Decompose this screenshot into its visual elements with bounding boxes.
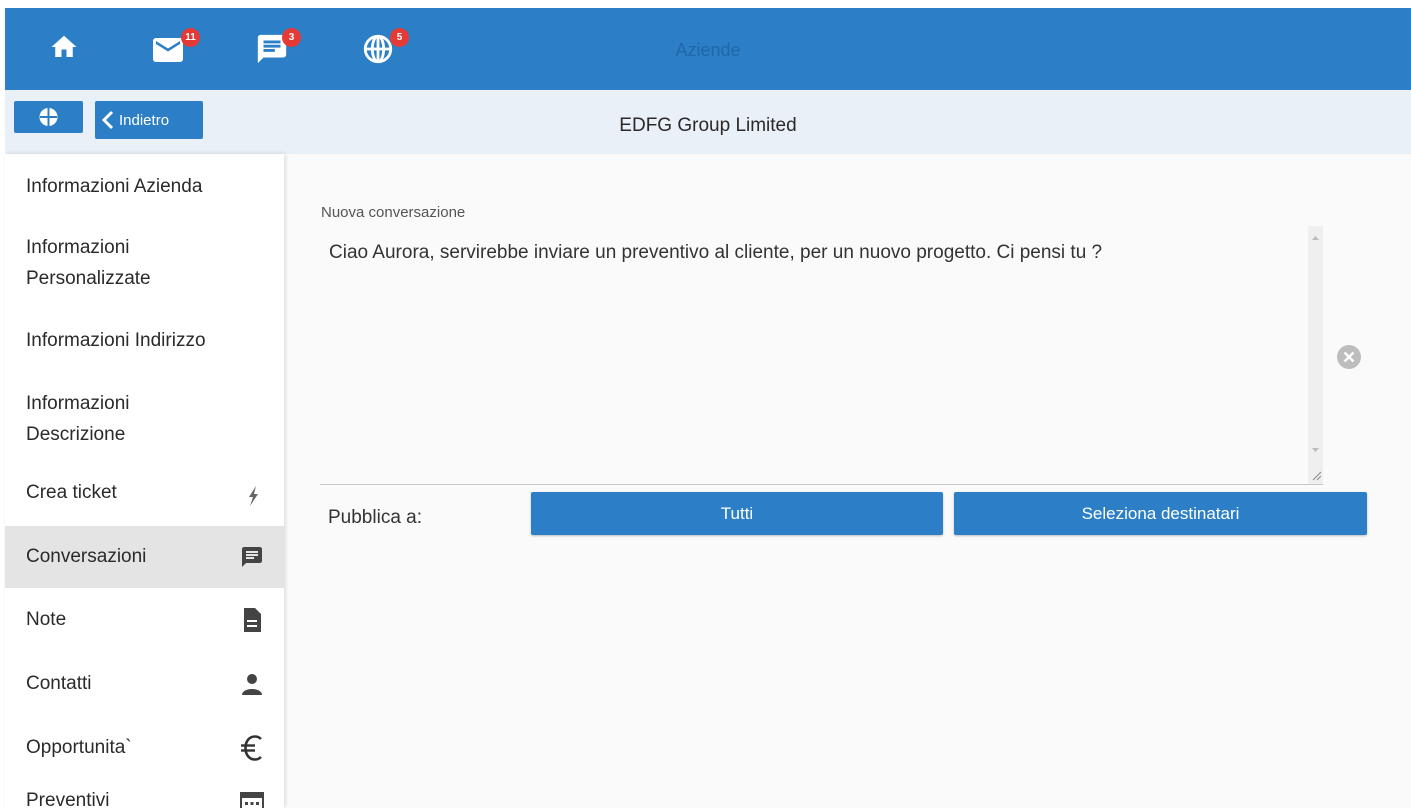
sidebar-item-label: Contatti <box>26 673 92 694</box>
sidebar-item-preventivi[interactable]: Preventivi <box>5 780 284 808</box>
sidebar-item-label: Informazioni Personalizzate <box>26 237 151 289</box>
sidebar-item-label: Informazioni Indirizzo <box>26 330 206 351</box>
select-recipients-button[interactable]: Seleziona destinatari <box>954 492 1367 535</box>
sidebar-item-label: Crea ticket <box>26 482 117 503</box>
main-content: Nuova conversazione Ciao Aurora, servire… <box>290 154 1411 808</box>
sidebar: Informazioni Azienda Informazioni Person… <box>5 154 284 808</box>
publish-to-label: Pubblica a: <box>328 507 423 528</box>
calculator-icon <box>240 792 264 808</box>
sidebar-item-label: Preventivi <box>26 790 110 808</box>
company-name: EDFG Group Limited <box>619 115 797 136</box>
sub-header-bar: Indietro EDFG Group Limited <box>5 90 1411 154</box>
sidebar-item-informazioni-descrizione[interactable]: Informazioni Descrizione <box>5 388 205 450</box>
sidebar-item-label: Opportunita` <box>26 737 132 758</box>
sidebar-item-informazioni-azienda[interactable]: Informazioni Azienda <box>5 172 284 202</box>
sidebar-item-informazioni-indirizzo[interactable]: Informazioni Indirizzo <box>5 326 284 356</box>
scroll-down-arrow-icon <box>1312 448 1319 452</box>
sidebar-item-crea-ticket[interactable]: Crea ticket <box>5 464 284 528</box>
chat-icon <box>242 547 262 567</box>
sidebar-item-label: Informazioni Azienda <box>26 176 203 197</box>
conversation-textarea[interactable]: Ciao Aurora, servirebbe inviare un preve… <box>320 226 1323 485</box>
scroll-up-arrow-icon <box>1312 236 1319 240</box>
sidebar-item-label: Conversazioni <box>26 546 147 567</box>
publish-all-button[interactable]: Tutti <box>531 492 943 535</box>
sidebar-item-note[interactable]: Note <box>5 588 284 652</box>
sidebar-item-conversazioni[interactable]: Conversazioni <box>5 526 284 588</box>
resize-handle-icon[interactable] <box>1308 468 1323 482</box>
new-conversation-label: Nuova conversazione <box>321 204 466 221</box>
conversation-text: Ciao Aurora, servirebbe inviare un preve… <box>329 242 1103 263</box>
sidebar-item-informazioni-personalizzate[interactable]: Informazioni Personalizzate <box>5 232 205 294</box>
euro-icon <box>241 735 262 761</box>
person-icon <box>242 674 262 695</box>
app-title: Aziende <box>675 40 741 60</box>
textarea-scrollbar[interactable] <box>1308 226 1323 484</box>
lightning-icon <box>249 486 258 506</box>
sidebar-item-label: Note <box>26 609 67 630</box>
top-app-bar: 11 3 5 Aziende <box>5 8 1411 90</box>
document-icon <box>244 608 261 632</box>
sidebar-item-label: Informazioni Descrizione <box>26 393 130 445</box>
sidebar-item-contatti[interactable]: Contatti <box>5 652 284 716</box>
clear-circle-icon[interactable] <box>1337 345 1361 369</box>
